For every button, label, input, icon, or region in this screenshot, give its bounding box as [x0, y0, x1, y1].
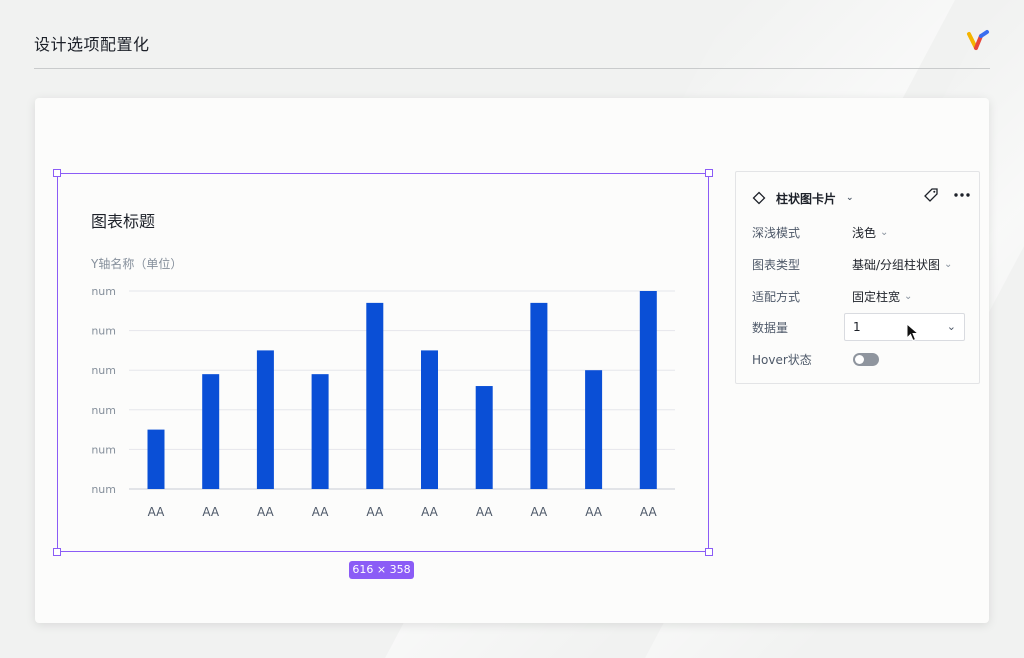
- toggle-knob: [855, 355, 864, 364]
- size-badge: 616 × 358: [349, 561, 414, 579]
- bar-chart: num num num num num num AA AA AA AA AA AA AA AA AA AA: [91, 285, 675, 519]
- chart-type-label: 图表类型: [752, 258, 801, 272]
- chevron-down-icon: ⌄: [944, 259, 953, 270]
- mode-value: 浅色: [852, 226, 877, 240]
- mode-label: 深浅模式: [752, 226, 801, 240]
- hover-toggle[interactable]: [853, 353, 879, 366]
- bar[interactable]: [202, 374, 220, 489]
- resize-handle-bottom-right[interactable]: [705, 548, 713, 556]
- bar[interactable]: [366, 302, 384, 489]
- bar[interactable]: [256, 350, 274, 489]
- config-panel: 柱状图卡片 ⌄ 深浅模式 浅色 ⌄ 图表类型 基础/分组柱状图 ⌄ 适配方式 固…: [735, 171, 980, 384]
- brand-logo-icon: [967, 30, 989, 50]
- fit-mode-value: 固定柱宽: [852, 290, 901, 304]
- bar[interactable]: [311, 374, 329, 489]
- bar[interactable]: [530, 302, 548, 489]
- y-tick-label: num: [91, 404, 116, 417]
- chevron-down-icon: ⌄: [846, 193, 854, 203]
- fit-mode-dropdown[interactable]: 固定柱宽 ⌄: [852, 288, 912, 305]
- y-tick-label: num: [91, 443, 116, 456]
- y-tick-label: num: [91, 364, 116, 377]
- x-tick-label: AA: [640, 505, 658, 519]
- bar[interactable]: [585, 370, 603, 489]
- y-axis-name: Y轴名称（单位）: [91, 257, 183, 271]
- x-tick-label: AA: [421, 505, 439, 519]
- x-tick-label: AA: [585, 505, 603, 519]
- resize-handle-top-left[interactable]: [53, 169, 61, 177]
- x-tick-label: AA: [312, 505, 330, 519]
- chevron-down-icon: ⌄: [904, 291, 913, 302]
- y-tick-label: num: [91, 325, 116, 338]
- resize-handle-top-right[interactable]: [705, 169, 713, 177]
- y-tick-label: num: [91, 285, 116, 298]
- data-count-label: 数据量: [752, 321, 789, 335]
- x-tick-label: AA: [366, 505, 384, 519]
- hover-label: Hover状态: [752, 353, 812, 367]
- bar[interactable]: [421, 350, 438, 489]
- x-tick-label: AA: [476, 505, 494, 519]
- chevron-down-icon: ⌄: [880, 227, 889, 238]
- diamond-icon: [752, 191, 766, 205]
- chart-title: 图表标题: [91, 212, 156, 231]
- bar[interactable]: [475, 386, 493, 489]
- tag-icon[interactable]: [923, 187, 939, 203]
- x-tick-label: AA: [148, 505, 166, 519]
- page-title: 设计选项配置化: [34, 35, 150, 54]
- fit-mode-label: 适配方式: [752, 290, 801, 304]
- more-dots-icon[interactable]: [953, 192, 971, 198]
- component-selector[interactable]: 柱状图卡片 ⌄: [752, 190, 854, 206]
- data-count-select[interactable]: 1 ⌄: [844, 313, 965, 341]
- mode-dropdown[interactable]: 浅色 ⌄: [852, 224, 888, 241]
- bar[interactable]: [147, 429, 165, 489]
- chart-type-value: 基础/分组柱状图: [852, 258, 941, 272]
- data-count-value: 1: [853, 320, 861, 334]
- x-tick-label: AA: [202, 505, 220, 519]
- pointer-cursor-icon: [906, 323, 920, 342]
- x-tick-label: AA: [257, 505, 275, 519]
- x-tick-label: AA: [531, 505, 549, 519]
- chevron-down-icon: ⌄: [946, 320, 956, 333]
- component-name: 柱状图卡片: [776, 191, 837, 206]
- title-divider: [34, 68, 990, 69]
- bar[interactable]: [639, 291, 657, 489]
- chart-type-dropdown[interactable]: 基础/分组柱状图 ⌄: [852, 256, 952, 273]
- resize-handle-bottom-left[interactable]: [53, 548, 61, 556]
- y-tick-label: num: [91, 483, 116, 496]
